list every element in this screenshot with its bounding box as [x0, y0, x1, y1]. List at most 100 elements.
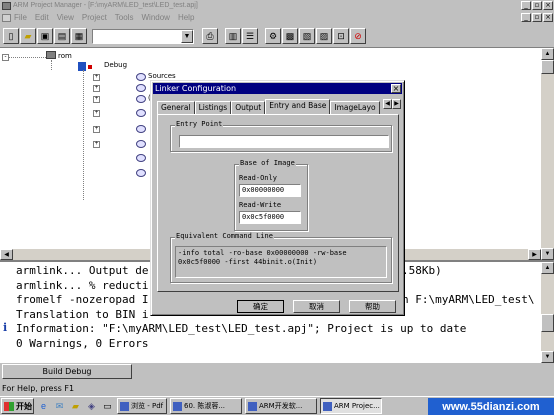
build-icon[interactable]: ▩: [282, 28, 298, 44]
folder-icon[interactable]: ▰: [69, 400, 82, 413]
output-line: armlink... % reducti: [16, 279, 149, 292]
doc-close-button[interactable]: ×: [543, 13, 553, 22]
folder-icon: [136, 84, 146, 92]
rebuild-icon[interactable]: ▨: [316, 28, 332, 44]
tab-scroll-left-icon[interactable]: ◀: [383, 99, 392, 109]
task-label: 60. 陈淑蓉...: [184, 402, 226, 410]
scroll-up-button[interactable]: ▲: [541, 48, 554, 60]
new-file-icon[interactable]: ▯: [3, 28, 19, 44]
doc-restore-button[interactable]: ▫: [532, 13, 542, 22]
output-scrollbar[interactable]: ▲ ▼: [541, 262, 554, 363]
scroll-down-button[interactable]: ▼: [541, 351, 554, 363]
folder-icon: [136, 169, 146, 177]
entry-point-group: Entry Point: [170, 120, 392, 152]
tab-output[interactable]: Output: [231, 101, 266, 114]
scroll-up-button[interactable]: ▲: [541, 262, 554, 274]
stop-icon[interactable]: ⊘: [350, 28, 366, 44]
tab-image-layout[interactable]: ImageLayo: [330, 101, 380, 114]
config-combo[interactable]: ▼: [92, 28, 194, 44]
restore-button[interactable]: ▫: [532, 1, 542, 10]
chevron-down-icon[interactable]: ▼: [181, 29, 193, 43]
desktop-icon[interactable]: ▭: [101, 400, 114, 413]
menu-project[interactable]: Project: [82, 13, 107, 22]
entry-point-label: Entry Point: [175, 120, 224, 128]
email-icon[interactable]: ✉: [53, 400, 66, 413]
linker-config-dialog: Linker Configuration × General Listings …: [150, 80, 405, 316]
folder-icon: [136, 109, 146, 117]
tree-sources-label[interactable]: Sources: [148, 72, 176, 80]
read-write-input[interactable]: 0x0c5f0000: [239, 211, 301, 224]
tab-scroll-right-icon[interactable]: ▶: [392, 99, 401, 109]
ok-button[interactable]: 确定: [237, 300, 284, 313]
scroll-thumb[interactable]: [541, 60, 554, 74]
close-icon[interactable]: ×: [391, 84, 401, 93]
print-preview-icon[interactable]: ▦: [71, 28, 87, 44]
tab-build-debug[interactable]: Build Debug: [2, 364, 132, 379]
menu-edit[interactable]: Edit: [35, 13, 49, 22]
taskbar-item-doc[interactable]: 60. 陈淑蓉...: [170, 398, 242, 414]
taskbar-item-arm-dev[interactable]: ARM开发软...: [245, 398, 317, 414]
print-icon[interactable]: ⎙: [202, 28, 218, 44]
output-line-fragment: n F:\myARM\LED_test\: [402, 293, 535, 306]
tree-expander-root[interactable]: -: [2, 54, 9, 61]
tab-entry-and-base[interactable]: Entry and Base: [265, 99, 331, 114]
tab-general[interactable]: General: [157, 101, 195, 114]
details-view-icon[interactable]: ☰: [242, 28, 258, 44]
menu-window[interactable]: Window: [141, 13, 169, 22]
menu-bar: File Edit View Project Tools Window Help…: [0, 11, 554, 24]
start-button[interactable]: 开始: [1, 398, 34, 414]
command-line-1: -info total -ro-base 0x00000000 -rw-base: [178, 249, 347, 257]
close-button[interactable]: ×: [543, 1, 553, 10]
folder-icon: [136, 140, 146, 148]
tree-root-label[interactable]: rom: [58, 52, 72, 60]
read-only-label: Read-Only: [239, 174, 277, 182]
save-icon[interactable]: ▣: [37, 28, 53, 44]
tree-expander[interactable]: +: [93, 74, 100, 81]
command-line-2: 0x0c5f0000 -first 44binit.o(Init): [178, 258, 318, 266]
tree-expander[interactable]: +: [93, 96, 100, 103]
tree-expander[interactable]: +: [93, 85, 100, 92]
scroll-down-button[interactable]: ▼: [541, 248, 554, 260]
tab-listings[interactable]: Listings: [194, 101, 232, 114]
tree-expander[interactable]: +: [93, 126, 100, 133]
read-only-input[interactable]: 0x00000000: [239, 184, 301, 197]
dialog-tabs: General Listings Output Entry and Base I…: [157, 99, 380, 114]
scroll-right-button[interactable]: ▶: [528, 249, 541, 260]
document-icon[interactable]: [2, 13, 11, 22]
open-folder-icon[interactable]: ▰: [20, 28, 36, 44]
app-launch-icon[interactable]: ◈: [85, 400, 98, 413]
folder-icon: [136, 125, 146, 133]
output-line: Information: "F:\myARM\LED_test\LED_test…: [16, 322, 467, 335]
tree-scrollbar[interactable]: ▲ ▼: [541, 48, 554, 260]
tree-debug-label[interactable]: Debug: [104, 61, 127, 69]
tree-expander[interactable]: +: [93, 110, 100, 117]
base-of-image-group: Base of Image Read-Only 0x00000000 Read-…: [234, 159, 308, 231]
menu-help[interactable]: Help: [178, 13, 194, 22]
scroll-thumb[interactable]: [541, 314, 554, 332]
help-button[interactable]: 帮助: [349, 300, 396, 313]
scroll-left-button[interactable]: ◀: [0, 249, 13, 260]
browser-icon[interactable]: e: [37, 400, 50, 413]
minimize-button[interactable]: _: [521, 1, 531, 10]
windows-logo-icon: [4, 401, 14, 411]
menu-file[interactable]: File: [14, 13, 27, 22]
info-icon: i: [3, 321, 8, 334]
taskbar-item-pdf[interactable]: 浏览 - Pdf: [117, 398, 167, 414]
menu-view[interactable]: View: [57, 13, 74, 22]
doc-minimize-button[interactable]: _: [521, 13, 531, 22]
menu-tools[interactable]: Tools: [115, 13, 134, 22]
cancel-button[interactable]: 取消: [293, 300, 340, 313]
output-line: armlink... Output de: [16, 264, 149, 277]
tree-expander[interactable]: +: [93, 141, 100, 148]
entry-point-input[interactable]: [179, 135, 389, 148]
settings-icon[interactable]: ⚙: [265, 28, 281, 44]
save-all-icon[interactable]: ▤: [54, 28, 70, 44]
compile-icon[interactable]: ▧: [299, 28, 315, 44]
folder-icon: [136, 73, 146, 81]
taskbar: 开始 e ✉ ▰ ◈ ▭ 浏览 - Pdf 60. 陈淑蓉... ARM开发软.…: [0, 396, 554, 415]
target-icon: [78, 62, 86, 71]
debug-icon[interactable]: ⊡: [333, 28, 349, 44]
arm-icon: [248, 401, 257, 411]
project-view-icon[interactable]: ▥: [225, 28, 241, 44]
taskbar-item-arm-project[interactable]: ARM Projec...: [320, 398, 382, 414]
